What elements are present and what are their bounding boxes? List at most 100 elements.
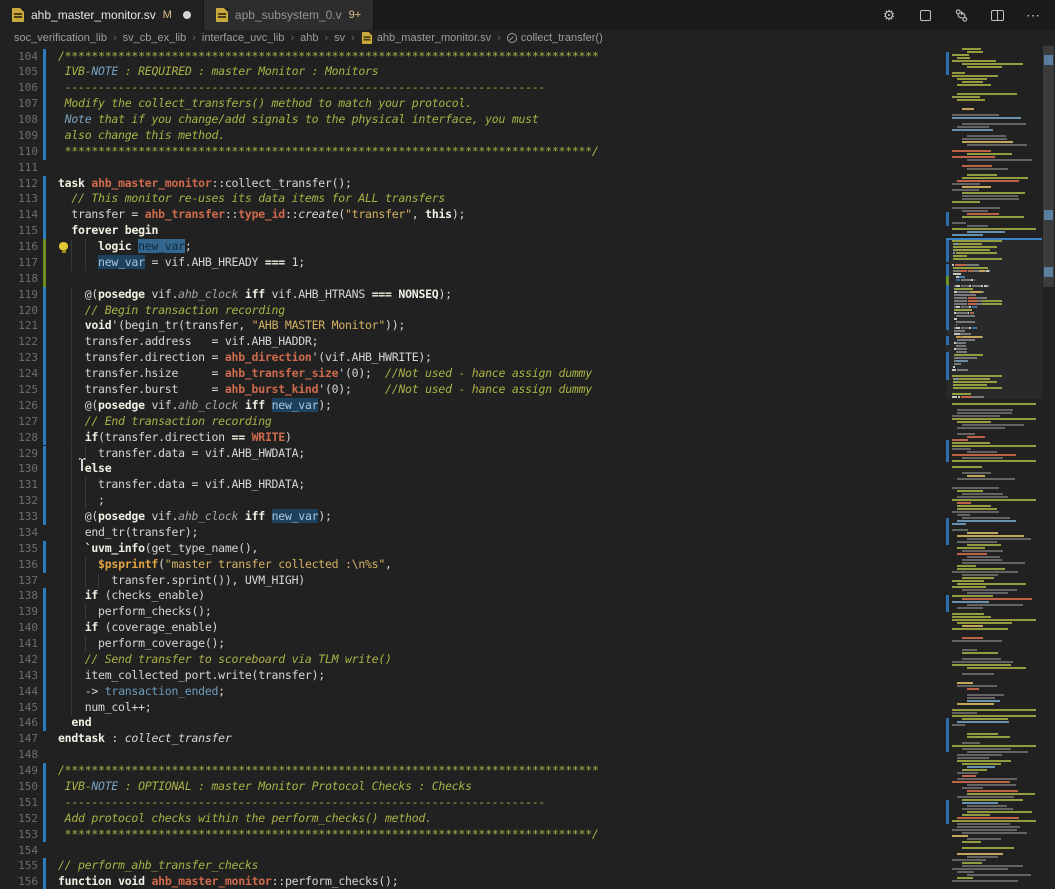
minimap-line bbox=[952, 222, 966, 224]
code-line[interactable]: 118 bbox=[0, 271, 944, 287]
code-line[interactable]: 122 transfer.address = vif.AHB_HADDR; bbox=[0, 334, 944, 350]
code-line[interactable]: 137 transfer.sprint()), UVM_HIGH) bbox=[0, 573, 944, 589]
code-line[interactable]: 125 transfer.burst = ahb_burst_kind'(0);… bbox=[0, 382, 944, 398]
code-line[interactable]: 146 end bbox=[0, 715, 944, 731]
minimap-line bbox=[967, 168, 1008, 170]
code-line[interactable]: 136 $psprintf("master transfer collected… bbox=[0, 557, 944, 573]
code-line[interactable]: 141 perform_coverage(); bbox=[0, 636, 944, 652]
minimap-line bbox=[967, 66, 1002, 68]
code-line[interactable]: 117 new_var = vif.AHB_HREADY === 1; bbox=[0, 255, 944, 271]
text-cursor-pointer-icon bbox=[78, 458, 86, 472]
line-number: 135 bbox=[0, 541, 38, 557]
minimap-line bbox=[962, 742, 980, 744]
minimap-line bbox=[946, 345, 1042, 347]
code-line[interactable]: 104/************************************… bbox=[0, 49, 944, 65]
code-line[interactable]: 134 end_tr(transfer); bbox=[0, 525, 944, 541]
code-line[interactable]: 148 bbox=[0, 747, 944, 763]
code-line[interactable]: 154 bbox=[0, 843, 944, 859]
gear-icon[interactable]: ⚙ bbox=[881, 7, 897, 23]
code-line[interactable]: 110 ************************************… bbox=[0, 144, 944, 160]
code-line[interactable]: 123 transfer.direction = ahb_direction'(… bbox=[0, 350, 944, 366]
breadcrumb-item-sv-cb-ex-lib[interactable]: sv_cb_ex_lib bbox=[123, 32, 187, 44]
breadcrumb-item-collect-transfer-[interactable]: collect_transfer() bbox=[507, 32, 603, 44]
tab-ahb-master-monitor[interactable]: ahb_master_monitor.sv M bbox=[0, 0, 204, 30]
code-line[interactable]: 121 void'(begin_tr(transfer, "AHB MASTER… bbox=[0, 318, 944, 334]
source-control-graph-icon[interactable] bbox=[953, 7, 969, 23]
code-line[interactable]: 140 if (coverage_enable) bbox=[0, 620, 944, 636]
code-editor[interactable]: 104/************************************… bbox=[0, 46, 1055, 889]
code-line[interactable]: 139 perform_checks(); bbox=[0, 604, 944, 620]
minimap-line bbox=[952, 880, 1018, 882]
minimap-change-indicator bbox=[946, 240, 949, 262]
line-number: 123 bbox=[0, 350, 38, 366]
code-line[interactable]: 106 ------------------------------------… bbox=[0, 80, 944, 96]
code-line[interactable]: 147endtask : collect_transfer bbox=[0, 731, 944, 747]
code-line[interactable]: 130 else bbox=[0, 461, 944, 477]
code-line[interactable]: 153 ************************************… bbox=[0, 827, 944, 843]
code-line[interactable]: 111 bbox=[0, 160, 944, 176]
code-line[interactable]: 145 num_col++; bbox=[0, 700, 944, 716]
lightbulb-icon[interactable] bbox=[59, 242, 68, 253]
code-line[interactable]: 149/************************************… bbox=[0, 763, 944, 779]
code-line[interactable]: 132 ; bbox=[0, 493, 944, 509]
breadcrumb-item-soc-verification-lib[interactable]: soc_verification_lib bbox=[14, 32, 107, 44]
minimap-line bbox=[952, 523, 966, 525]
minimap[interactable] bbox=[946, 46, 1042, 889]
code-line[interactable]: 152 Add protocol checks within the perfo… bbox=[0, 811, 944, 827]
code-line[interactable]: 135 `uvm_info(get_type_name(), bbox=[0, 541, 944, 557]
breadcrumb-item-interface-uvc-lib[interactable]: interface_uvc_lib bbox=[202, 32, 285, 44]
breadcrumb-item-ahb-master-monitor-sv[interactable]: ahb_master_monitor.sv bbox=[361, 31, 491, 45]
layout-icon[interactable] bbox=[917, 7, 933, 23]
minimap-line bbox=[962, 517, 1010, 519]
line-number: 115 bbox=[0, 223, 38, 239]
code-line[interactable]: 119 @(posedge vif.ahb_clock iff vif.AHB_… bbox=[0, 287, 944, 303]
minimap-line bbox=[967, 811, 1032, 813]
code-line[interactable]: 138 if (checks_enable) bbox=[0, 588, 944, 604]
code-line[interactable]: 108 Note that if you change/add signals … bbox=[0, 112, 944, 128]
code-line[interactable]: 120 // Begin transaction recording bbox=[0, 303, 944, 319]
code-line[interactable]: 133 @(posedge vif.ahb_clock iff new_var)… bbox=[0, 509, 944, 525]
code-line[interactable]: 115 forever begin bbox=[0, 223, 944, 239]
code-line[interactable]: 107 Modify the collect_transfers() metho… bbox=[0, 96, 944, 112]
breadcrumb-item-sv[interactable]: sv bbox=[334, 32, 345, 44]
tab-apb-subsystem[interactable]: apb_subsystem_0.v 9+ bbox=[204, 0, 374, 30]
code-line[interactable]: 126 @(posedge vif.ahb_clock iff new_var)… bbox=[0, 398, 944, 414]
more-actions-icon[interactable]: ⋯ bbox=[1025, 7, 1041, 23]
code-line[interactable]: 116 logic new_var; bbox=[0, 239, 944, 255]
code-line[interactable]: 142 // Send transfer to scoreboard via T… bbox=[0, 652, 944, 668]
code-line[interactable]: 143 item_collected_port.write(transfer); bbox=[0, 668, 944, 684]
code-text: Note that if you change/add signals to t… bbox=[58, 112, 539, 128]
code-line[interactable]: 151 ------------------------------------… bbox=[0, 795, 944, 811]
unsaved-dot-icon[interactable] bbox=[183, 11, 191, 19]
vertical-scrollbar[interactable] bbox=[1042, 46, 1055, 889]
scrollbar-thumb[interactable] bbox=[1043, 46, 1054, 287]
code-line[interactable]: 150 IVB-NOTE : OPTIONAL : master Monitor… bbox=[0, 779, 944, 795]
gutter-modified-indicator bbox=[43, 557, 46, 573]
code-line[interactable]: 129 transfer.data = vif.AHB_HWDATA; bbox=[0, 446, 944, 462]
line-number: 141 bbox=[0, 636, 38, 652]
minimap-line bbox=[957, 853, 1003, 855]
breadcrumb-separator: › bbox=[192, 32, 196, 44]
code-line[interactable]: 144 -> transaction_ended; bbox=[0, 684, 944, 700]
code-line[interactable]: 113 // This monitor re-uses its data ite… bbox=[0, 191, 944, 207]
code-line[interactable]: 127 // End transaction recording bbox=[0, 414, 944, 430]
code-line[interactable]: 131 transfer.data = vif.AHB_HRDATA; bbox=[0, 477, 944, 493]
line-number: 131 bbox=[0, 477, 38, 493]
minimap-line bbox=[957, 568, 1005, 570]
code-line[interactable]: 114 transfer = ahb_transfer::type_id::cr… bbox=[0, 207, 944, 223]
split-editor-icon[interactable] bbox=[989, 7, 1005, 23]
code-line[interactable]: 112task ahb_master_monitor::collect_tran… bbox=[0, 176, 944, 192]
minimap-line bbox=[946, 369, 1042, 371]
code-line[interactable]: 105 IVB-NOTE : REQUIRED : master Monitor… bbox=[0, 64, 944, 80]
code-line[interactable]: 109 also change this method. bbox=[0, 128, 944, 144]
code-line[interactable]: 124 transfer.hsize = ahb_transfer_size'(… bbox=[0, 366, 944, 382]
gutter-modified-indicator bbox=[43, 303, 46, 319]
editor-actions: ⚙ ⋯ bbox=[881, 0, 1055, 30]
code-line[interactable]: 156function void ahb_master_monitor::per… bbox=[0, 874, 944, 889]
gutter-modified-indicator bbox=[43, 128, 46, 144]
code-line[interactable]: 128 if(transfer.direction == WRITE) bbox=[0, 430, 944, 446]
breadcrumb-item-ahb[interactable]: ahb bbox=[300, 32, 318, 44]
minimap-line bbox=[962, 775, 976, 777]
minimap-line bbox=[957, 682, 973, 684]
code-line[interactable]: 155// perform_ahb_transfer_checks bbox=[0, 858, 944, 874]
